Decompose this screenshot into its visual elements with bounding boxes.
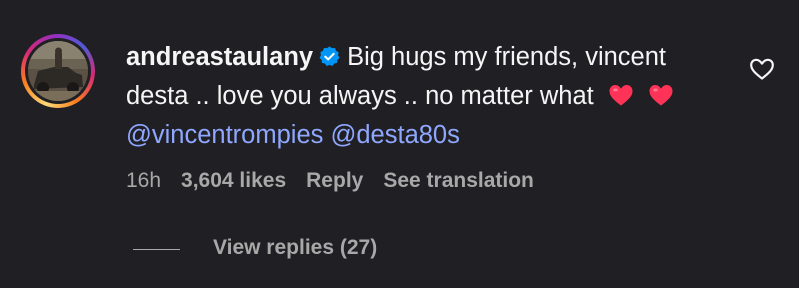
comment-body: andreastaulany Big hugs my friends, vinc…	[126, 38, 726, 155]
mention-link[interactable]: @desta80s	[330, 121, 459, 149]
avatar-image	[28, 41, 88, 101]
replies-divider	[133, 249, 180, 250]
avatar-story-ring[interactable]	[21, 34, 95, 108]
mention-link[interactable]: @vincentrompies	[126, 121, 323, 149]
reply-button[interactable]: Reply	[306, 169, 363, 192]
comment-text-line2: desta .. love you always .. no matter wh…	[126, 82, 594, 110]
heart-emoji-icon	[609, 85, 633, 106]
verified-badge-icon	[319, 46, 340, 66]
comment-username[interactable]: andreastaulany	[126, 43, 313, 71]
view-replies-button[interactable]: View replies (27)	[213, 234, 377, 262]
heart-outline-icon[interactable]	[749, 57, 775, 81]
comment-meta: 16h 3,604 likes Reply See translation	[126, 167, 554, 195]
likes-count[interactable]: 3,604 likes	[181, 169, 286, 192]
comment-text-line1: Big hugs my friends, vincent	[347, 43, 666, 71]
see-translation-button[interactable]: See translation	[383, 169, 534, 192]
comment-time: 16h	[126, 169, 162, 192]
avatar[interactable]	[28, 41, 88, 101]
heart-emoji-icon	[649, 85, 673, 106]
